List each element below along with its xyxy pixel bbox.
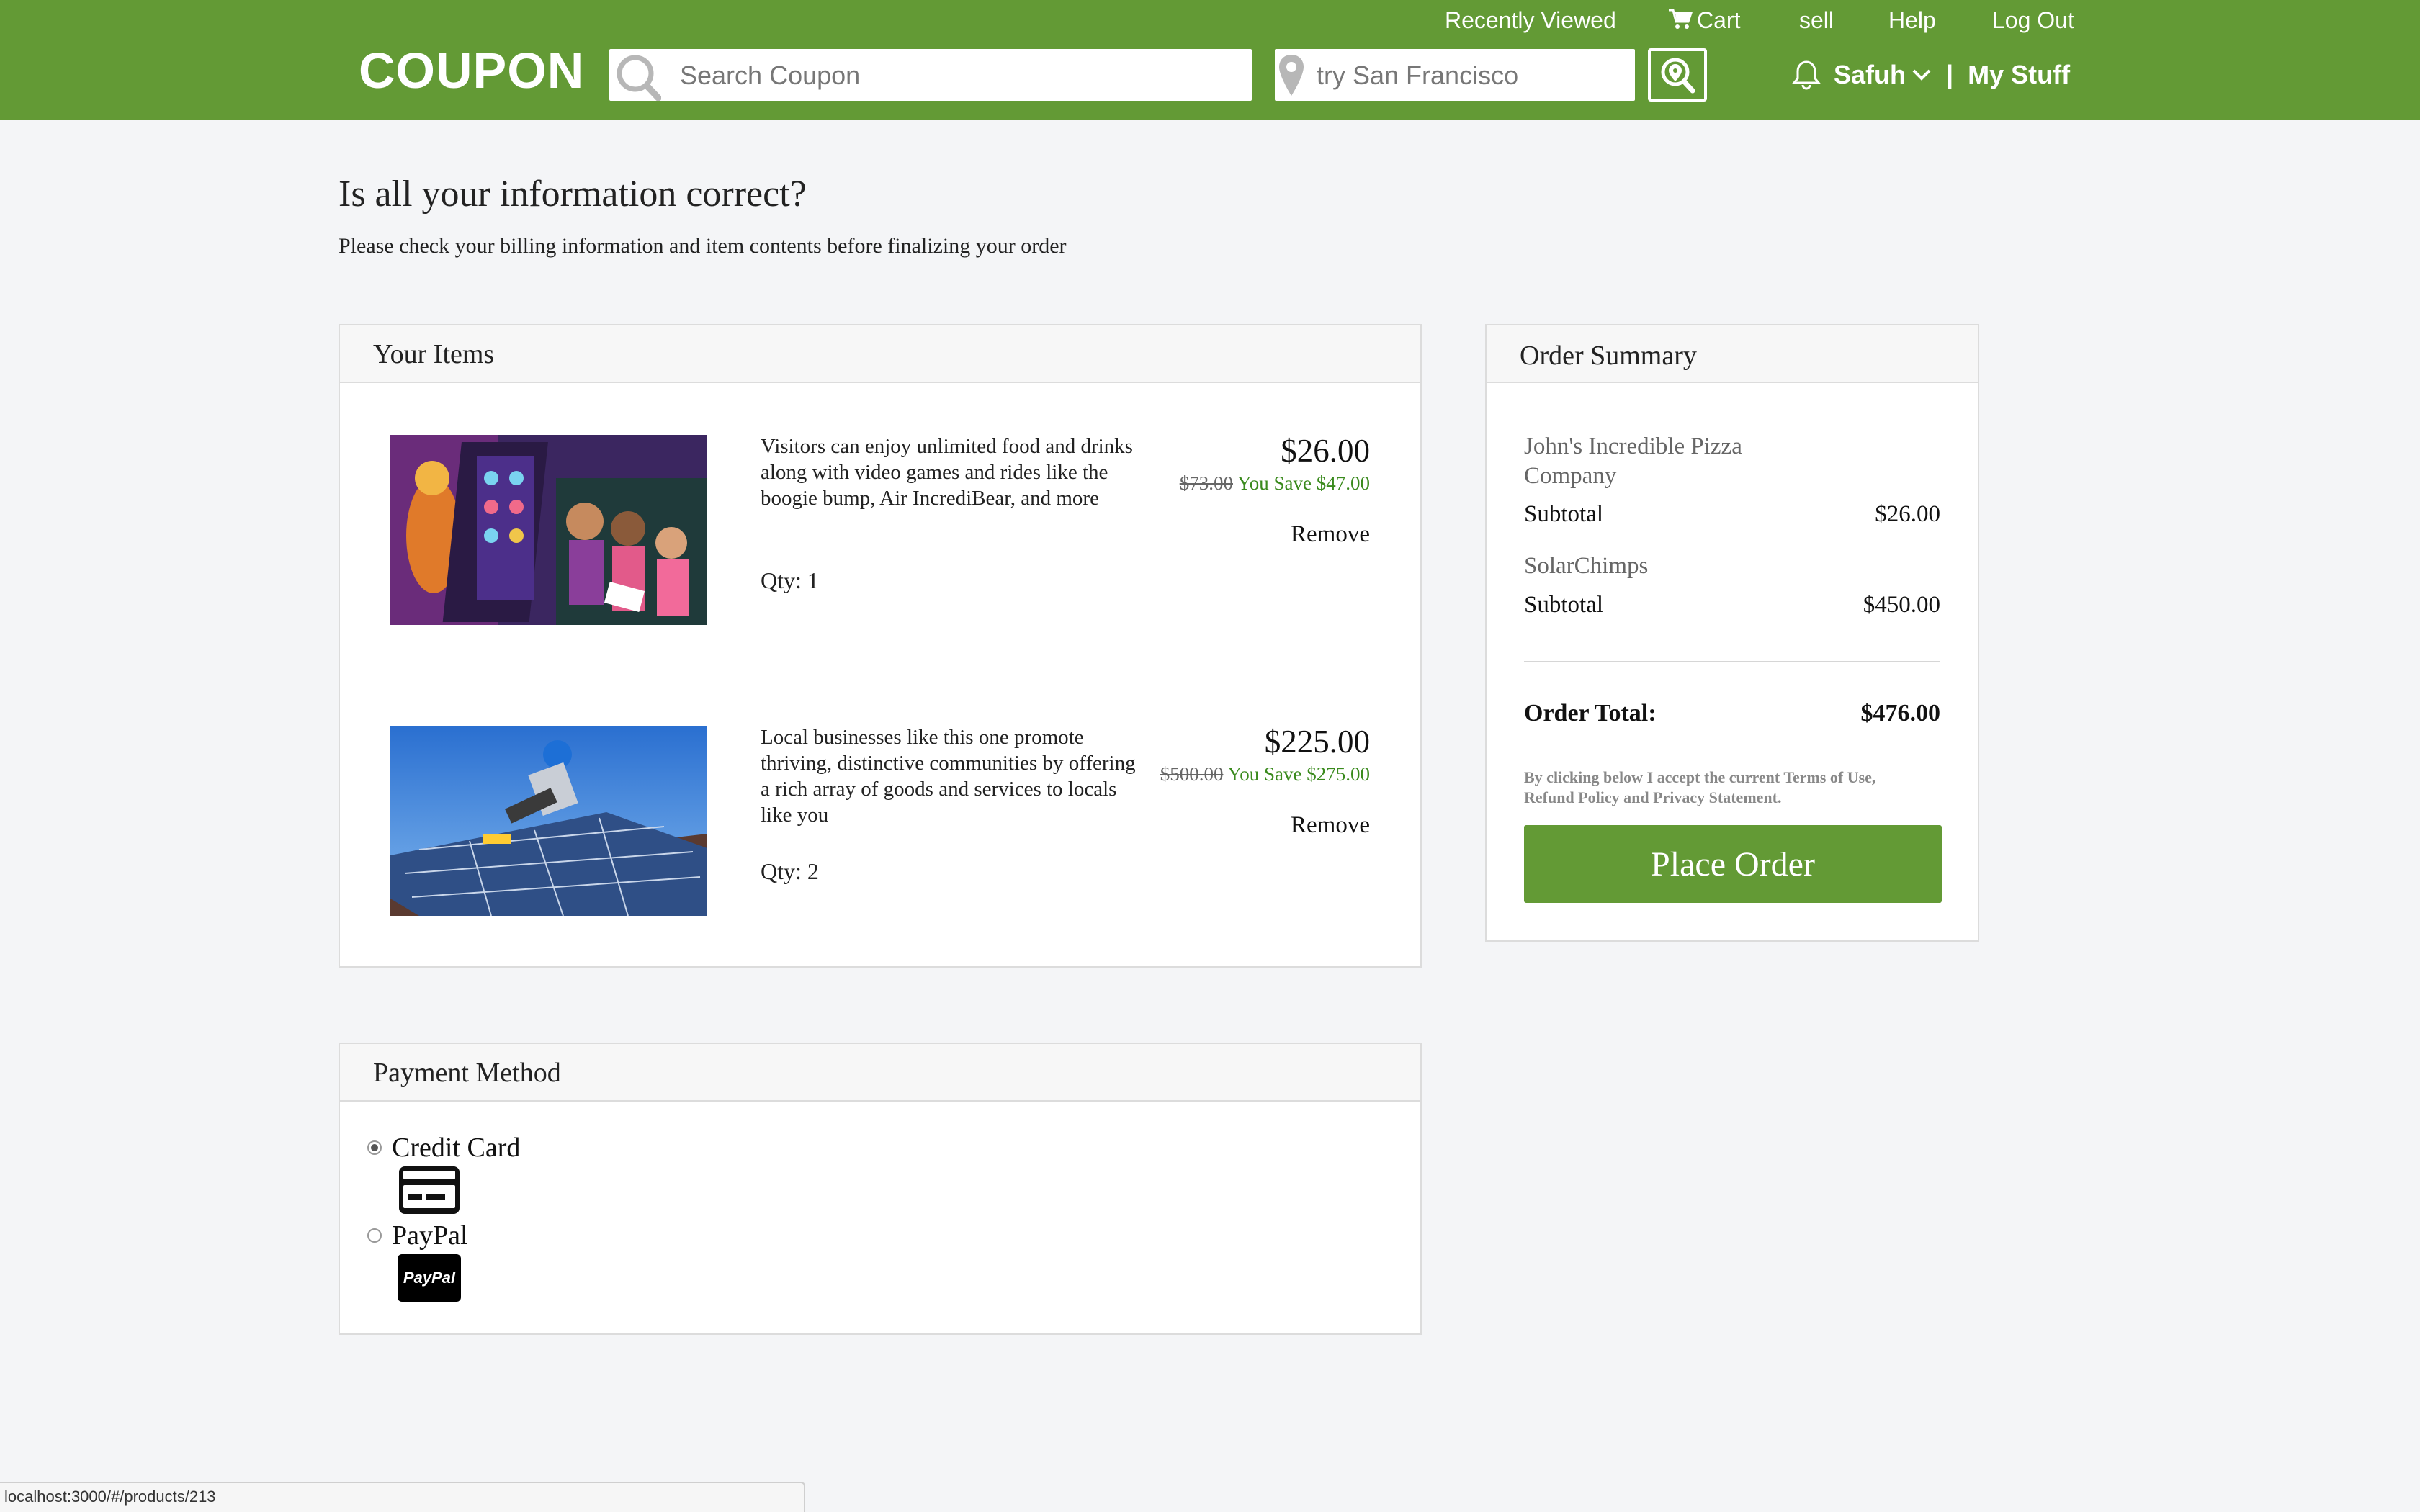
- paypal-logo-text: PayPal: [403, 1269, 456, 1287]
- map-pin-icon: [1279, 55, 1304, 96]
- bell-icon[interactable]: [1792, 59, 1821, 91]
- item-description: Local businesses like this one promote t…: [761, 726, 1136, 827]
- cart-icon: [1669, 9, 1693, 29]
- credit-card-radio[interactable]: [367, 1140, 382, 1155]
- log-out-link[interactable]: Log Out: [1992, 7, 2074, 34]
- location-input[interactable]: [1315, 49, 1628, 102]
- top-navigation-bar: Recently Viewed Cart sell Help Log Out C…: [0, 0, 2420, 120]
- place-order-button[interactable]: Place Order: [1524, 825, 1942, 903]
- paypal-radio[interactable]: [367, 1228, 382, 1243]
- merchant-subtotal-row: Subtotal $450.00: [1524, 592, 1940, 618]
- subtotal-label: Subtotal: [1524, 501, 1604, 527]
- order-summary-header: Order Summary: [1487, 325, 1978, 383]
- item-savings: $500.00 You Save $275.00: [1160, 763, 1370, 786]
- search-icon: [617, 55, 661, 101]
- pizza-arcade-image[interactable]: [390, 435, 707, 625]
- your-items-heading: Your Items: [373, 339, 495, 369]
- search-submit-button[interactable]: [1648, 48, 1707, 102]
- subtotal-value: $450.00: [1863, 592, 1940, 618]
- your-items-header: Your Items: [340, 325, 1420, 383]
- item-original-price: $500.00: [1160, 763, 1224, 785]
- item-original-price: $73.00: [1179, 472, 1233, 494]
- merchant-subtotal-row: Subtotal $26.00: [1524, 501, 1940, 528]
- item-savings: $73.00 You Save $47.00: [1180, 472, 1370, 495]
- coupon-logo[interactable]: COUPON: [359, 42, 584, 99]
- paypal-option[interactable]: PayPal: [367, 1220, 468, 1251]
- status-url: localhost:3000/#/products/213: [4, 1488, 216, 1506]
- subtotal-label: Subtotal: [1524, 592, 1604, 618]
- user-menu: Safuh | My Stuff: [1792, 59, 2070, 91]
- search-location-icon: [1661, 58, 1695, 94]
- item-quantity: Qty: 1: [761, 567, 819, 593]
- item-you-save: You Save $47.00: [1237, 472, 1370, 494]
- coupon-search-field: [609, 49, 1252, 102]
- item-quantity: Qty: 2: [761, 858, 819, 884]
- subtotal-value: $26.00: [1875, 501, 1940, 527]
- item-price: $225.00: [1264, 724, 1370, 760]
- recently-viewed-link[interactable]: Recently Viewed: [1445, 7, 1616, 34]
- order-summary-panel: Order Summary John's Incredible Pizza Co…: [1485, 324, 1979, 942]
- remove-item-button[interactable]: Remove: [1291, 812, 1370, 839]
- my-stuff-link[interactable]: My Stuff: [1968, 60, 2070, 90]
- your-items-panel: Your Items Visitors can enjoy unlimited …: [339, 324, 1422, 968]
- page-subtitle: Please check your billing information an…: [339, 234, 1067, 258]
- merchant-name: John's Incredible Pizza Company: [1524, 433, 1742, 489]
- payment-method-panel: Payment Method Credit Card PayPal PayPal: [339, 1043, 1422, 1335]
- terms-acceptance-text: By clicking below I accept the current T…: [1524, 768, 1876, 806]
- search-input[interactable]: [678, 49, 1243, 102]
- order-summary-heading: Order Summary: [1520, 341, 1697, 371]
- location-search-field: [1275, 49, 1635, 102]
- item-you-save: You Save $275.00: [1227, 763, 1370, 785]
- item-price: $26.00: [1281, 433, 1370, 469]
- browser-status-bar: localhost:3000/#/products/213: [0, 1482, 805, 1512]
- paypal-label: PayPal: [392, 1220, 468, 1251]
- help-link[interactable]: Help: [1888, 7, 1936, 34]
- payment-method-heading: Payment Method: [373, 1058, 561, 1088]
- page-title: Is all your information correct?: [339, 174, 807, 215]
- cart-label: Cart: [1697, 7, 1741, 33]
- payment-method-header: Payment Method: [340, 1044, 1420, 1102]
- credit-card-icon: [399, 1166, 460, 1214]
- merchant-name: SolarChimps: [1524, 553, 1649, 579]
- solar-panel-image[interactable]: [390, 726, 707, 916]
- paypal-icon: PayPal: [398, 1254, 461, 1302]
- sell-link[interactable]: sell: [1799, 7, 1834, 34]
- user-name-dropdown[interactable]: Safuh: [1834, 60, 1906, 90]
- remove-item-button[interactable]: Remove: [1291, 521, 1370, 548]
- order-total-value: $476.00: [1860, 700, 1941, 726]
- order-total-label: Order Total:: [1524, 700, 1657, 726]
- summary-divider: [1524, 661, 1940, 662]
- credit-card-label: Credit Card: [392, 1133, 521, 1163]
- item-description: Visitors can enjoy unlimited food and dr…: [761, 435, 1133, 510]
- order-total-row: Order Total: $476.00: [1524, 700, 1940, 727]
- header-separator: |: [1946, 60, 1954, 89]
- cart-link[interactable]: Cart: [1668, 7, 1740, 34]
- credit-card-option[interactable]: Credit Card: [367, 1132, 520, 1164]
- chevron-down-icon[interactable]: [1912, 68, 1932, 82]
